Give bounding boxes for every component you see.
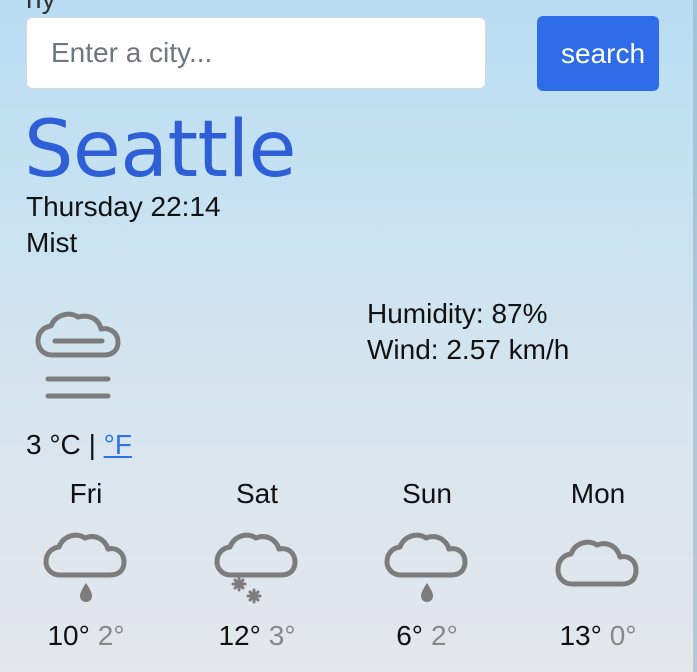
snow-cloud-icon — [214, 532, 298, 604]
forecast-temperature: 12° 3° — [196, 620, 318, 652]
low-temperature: 0° — [609, 620, 637, 651]
humidity-readout: Humidity: 87% — [367, 298, 548, 329]
low-temperature: 2° — [431, 620, 458, 651]
low-temperature: 3° — [268, 620, 296, 651]
weather-condition: Mist — [26, 227, 78, 258]
high-temperature: 6° — [396, 620, 423, 651]
high-temperature: 12° — [218, 620, 261, 651]
forecast-day-sat: Sat 12° 3° — [196, 478, 318, 668]
city-search-input[interactable] — [26, 17, 486, 89]
fahrenheit-link[interactable]: °F — [104, 429, 132, 460]
forecast-temperature: 10° 2° — [25, 620, 147, 652]
forecast-temperature: 6° 2° — [366, 620, 488, 652]
cloud-icon — [555, 539, 639, 587]
forecast-day-mon: Mon 13° 0° — [537, 478, 659, 668]
city-name: Seattle — [24, 105, 297, 195]
celsius-unit: °C — [49, 429, 81, 460]
rain-cloud-icon — [384, 532, 468, 602]
low-temperature: 2° — [97, 620, 125, 651]
mist-icon — [35, 311, 121, 399]
forecast-day-name: Sat — [235, 478, 279, 509]
wind-readout: Wind: 2.57 km/h — [367, 334, 570, 365]
current-temperature: 3 °C | °F — [26, 428, 132, 462]
right-edge-shadow — [693, 0, 697, 672]
unit-divider: | — [88, 429, 96, 460]
forecast-day-name: Fri — [69, 478, 103, 509]
forecast-panel: Fri 10° 2° Sat 12° 3° Sun 6° 2° Mon 13° … — [0, 478, 680, 668]
weather-details: Humidity: 87% Wind: 2.57 km/h — [367, 296, 569, 368]
forecast-temperature: 13° 0° — [537, 620, 659, 652]
search-button[interactable]: search — [537, 16, 659, 91]
current-datetime: Thursday 22:14 — [26, 191, 221, 222]
forecast-day-name: Mon — [570, 478, 626, 509]
forecast-day-fri: Fri 10° 2° — [25, 478, 147, 668]
forecast-day-name: Sun — [402, 478, 452, 509]
temperature-value: 3 — [26, 429, 42, 460]
high-temperature: 13° — [559, 620, 602, 651]
forecast-day-sun: Sun 6° 2° — [366, 478, 488, 668]
top-partial-text: ny — [26, 0, 56, 15]
high-temperature: 10° — [47, 620, 90, 651]
rain-cloud-icon — [43, 532, 127, 602]
